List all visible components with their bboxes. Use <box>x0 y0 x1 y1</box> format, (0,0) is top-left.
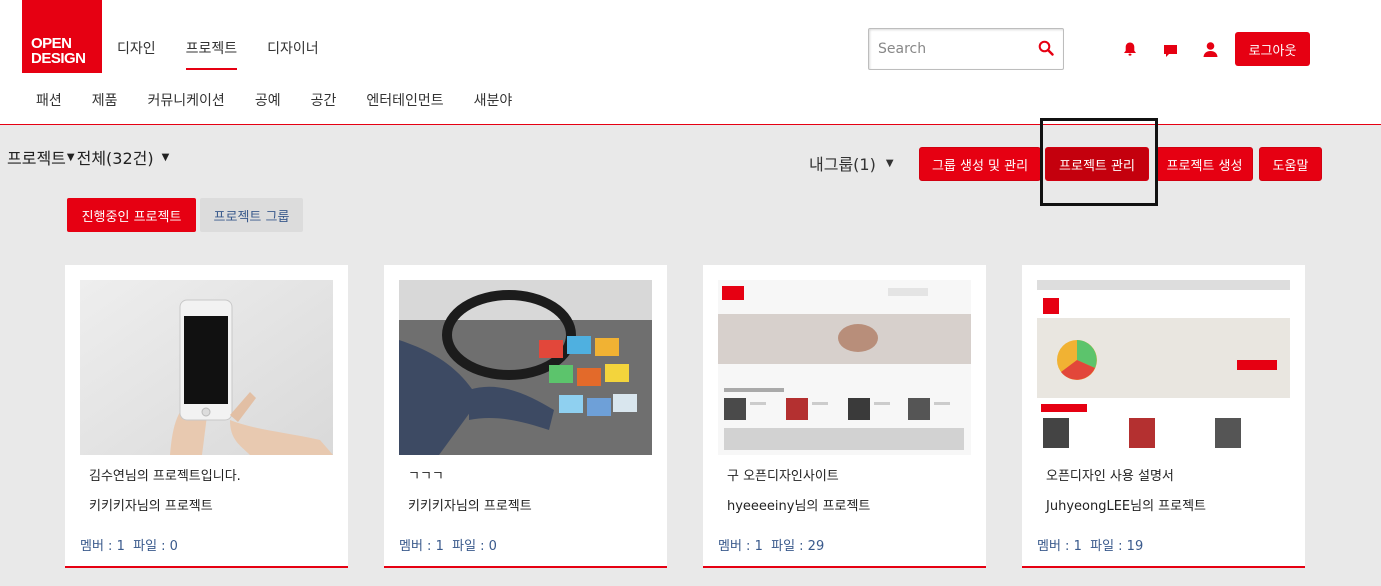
project-owner: 키키키자님의 프로젝트 <box>408 499 532 514</box>
category-craft[interactable]: 공예 <box>255 90 281 110</box>
crumb-filter[interactable]: 전체(32건) <box>77 145 154 169</box>
project-title[interactable]: ㄱㄱㄱ <box>408 465 444 484</box>
project-card[interactable]: ㄱㄱㄱ 키키키자님의 프로젝트 멤버 : 1 파일 : 0 <box>384 265 667 568</box>
main-nav: 디자인 프로젝트 디자이너 <box>117 38 319 70</box>
main-nav-design[interactable]: 디자인 <box>117 38 156 70</box>
user-icon[interactable] <box>1203 41 1218 61</box>
category-product[interactable]: 제품 <box>92 90 118 110</box>
tab-project-groups[interactable]: 프로젝트 그룹 <box>200 198 303 232</box>
site-header: OPEN DESIGN 디자인 프로젝트 디자이너 패션 제품 커뮤니케이션 공… <box>0 0 1381 125</box>
project-owner: 키키키자님의 프로젝트 <box>89 499 213 514</box>
search-box <box>868 28 1064 70</box>
project-meta: 멤버 : 1 파일 : 0 <box>80 535 178 554</box>
project-thumbnail[interactable] <box>1037 280 1290 455</box>
member-count: 멤버 : 1 <box>399 539 444 554</box>
project-meta: 멤버 : 1 파일 : 19 <box>1037 535 1143 554</box>
caret-down-icon[interactable]: ▼ <box>67 152 75 163</box>
crumb-section[interactable]: 프로젝트 <box>7 145 66 169</box>
file-count: 파일 : 29 <box>771 539 825 554</box>
member-count: 멤버 : 1 <box>718 539 763 554</box>
logo-line-1: OPEN <box>31 35 72 52</box>
my-group-dropdown[interactable]: 내그룹(1) ▼ <box>809 151 894 175</box>
bell-icon[interactable] <box>1123 41 1137 61</box>
file-count: 파일 : 0 <box>133 539 178 554</box>
category-new-field[interactable]: 새분야 <box>474 90 513 110</box>
breadcrumb: 프로젝트 ▼ 전체(32건) ▼ <box>7 145 171 169</box>
group-create-button[interactable]: 그룹 생성 및 관리 <box>919 147 1041 181</box>
file-count: 파일 : 19 <box>1090 539 1144 554</box>
caret-down-icon[interactable]: ▼ <box>162 152 170 163</box>
category-fashion[interactable]: 패션 <box>36 90 62 110</box>
project-create-button[interactable]: 프로젝트 생성 <box>1156 147 1253 181</box>
my-group-label: 내그룹(1) <box>809 155 876 174</box>
project-owner: JuhyeongLEE님의 프로젝트 <box>1046 499 1207 514</box>
project-owner: hyeeeeiny님의 프로젝트 <box>727 499 871 514</box>
chat-icon[interactable] <box>1163 43 1178 62</box>
search-input[interactable] <box>869 29 1029 69</box>
main-nav-designer[interactable]: 디자이너 <box>267 38 319 70</box>
project-meta: 멤버 : 1 파일 : 0 <box>399 535 497 554</box>
project-manage-button[interactable]: 프로젝트 관리 <box>1045 147 1149 181</box>
file-count: 파일 : 0 <box>452 539 497 554</box>
member-count: 멤버 : 1 <box>80 539 125 554</box>
project-card[interactable]: 구 오픈디자인사이트 hyeeeeiny님의 프로젝트 멤버 : 1 파일 : … <box>703 265 986 568</box>
project-thumbnail[interactable] <box>399 280 652 455</box>
project-card[interactable]: 오픈디자인 사용 설명서 JuhyeongLEE님의 프로젝트 멤버 : 1 파… <box>1022 265 1305 568</box>
category-entertainment[interactable]: 엔터테인먼트 <box>366 90 443 110</box>
project-title[interactable]: 김수연님의 프로젝트입니다. <box>89 465 241 484</box>
main-nav-project[interactable]: 프로젝트 <box>185 38 237 70</box>
caret-down-icon: ▼ <box>885 157 894 169</box>
category-space[interactable]: 공간 <box>311 90 337 110</box>
project-meta: 멤버 : 1 파일 : 29 <box>718 535 824 554</box>
project-thumbnail[interactable] <box>80 280 333 455</box>
logo-line-2: DESIGN <box>31 50 86 67</box>
search-icon[interactable] <box>1038 40 1054 60</box>
tab-active-projects[interactable]: 진행중인 프로젝트 <box>67 198 196 232</box>
logout-button[interactable]: 로그아웃 <box>1235 32 1310 66</box>
help-button[interactable]: 도움말 <box>1259 147 1322 181</box>
project-title[interactable]: 구 오픈디자인사이트 <box>727 465 839 484</box>
project-card[interactable]: 김수연님의 프로젝트입니다. 키키키자님의 프로젝트 멤버 : 1 파일 : 0 <box>65 265 348 568</box>
category-nav: 패션 제품 커뮤니케이션 공예 공간 엔터테인먼트 새분야 <box>36 90 512 110</box>
category-communication[interactable]: 커뮤니케이션 <box>148 90 225 110</box>
member-count: 멤버 : 1 <box>1037 539 1082 554</box>
project-thumbnail[interactable] <box>718 280 971 455</box>
open-design-logo[interactable]: OPEN DESIGN <box>22 0 102 73</box>
project-title[interactable]: 오픈디자인 사용 설명서 <box>1046 465 1174 484</box>
